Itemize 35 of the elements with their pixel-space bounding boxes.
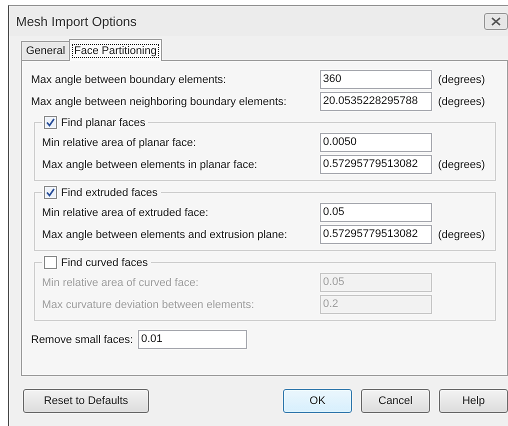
unit-label: (degrees) bbox=[438, 228, 486, 240]
input-field[interactable]: 0.01 bbox=[138, 330, 248, 349]
unit-label: (degrees) bbox=[438, 74, 486, 86]
input-field[interactable]: 360 bbox=[320, 70, 432, 89]
close-button[interactable] bbox=[484, 12, 508, 30]
field-label: Min relative area of extruded face: bbox=[42, 206, 210, 218]
field-label: Min relative area of curved face: bbox=[42, 276, 200, 288]
dialog-button[interactable]: Reset to Defaults bbox=[23, 389, 149, 413]
dialog-button[interactable]: Help bbox=[439, 389, 508, 413]
unit-label: (degrees) bbox=[438, 158, 486, 170]
checkbox-label: Find planar faces bbox=[61, 116, 146, 128]
field-label: Max angle between boundary elements: bbox=[31, 74, 228, 86]
unit-label: (degrees) bbox=[438, 96, 486, 108]
dialog-button[interactable]: Cancel bbox=[361, 389, 430, 413]
close-icon bbox=[491, 16, 501, 26]
field-label: Max angle between elements and extrusion plane: bbox=[42, 228, 288, 240]
field-label: Remove small faces: bbox=[31, 334, 134, 346]
tab[interactable]: General bbox=[21, 41, 70, 60]
checkbox[interactable] bbox=[44, 256, 57, 269]
input-field[interactable]: 20.0535228295788 bbox=[320, 92, 432, 111]
checkbox[interactable] bbox=[44, 186, 57, 199]
input-field[interactable]: 0.05 bbox=[320, 203, 432, 222]
input-field[interactable]: 0.57295779513082 bbox=[320, 155, 432, 174]
field-label: Min relative area of planar face: bbox=[42, 136, 198, 148]
dialog-button[interactable]: OK bbox=[283, 389, 352, 413]
checkbox-label: Find curved faces bbox=[61, 256, 148, 268]
window-title: Mesh Import Options bbox=[16, 14, 137, 28]
tab[interactable]: Face Partitioning bbox=[69, 39, 162, 61]
checkbox-label: Find extruded faces bbox=[61, 186, 158, 198]
field-label: Max angle between elements in planar face: bbox=[42, 158, 258, 170]
checkbox[interactable] bbox=[44, 116, 57, 129]
input-field[interactable]: 0.57295779513082 bbox=[320, 225, 432, 244]
field-label: Max curvature deviation between elements: bbox=[42, 298, 256, 310]
input-field[interactable]: 0.0050 bbox=[320, 133, 432, 152]
field-label: Max angle between neighboring boundary elements: bbox=[31, 96, 288, 108]
